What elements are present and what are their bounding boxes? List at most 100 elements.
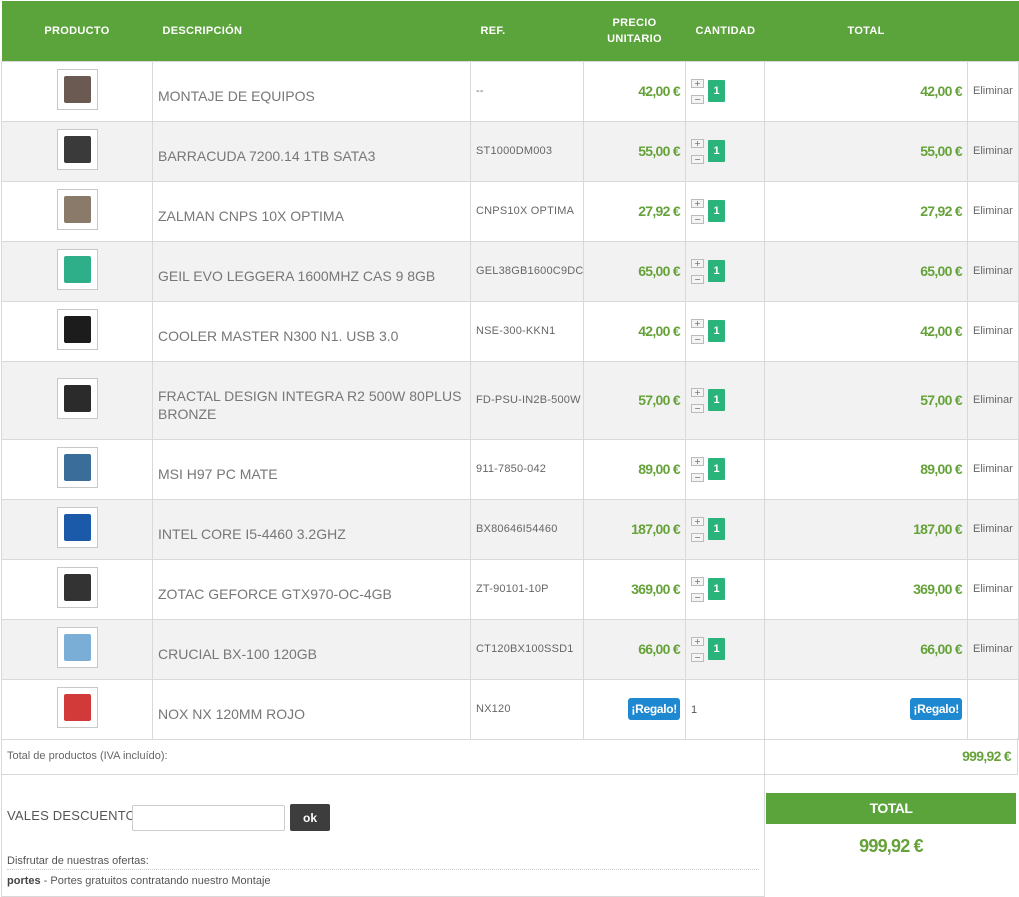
quantity-cell: + −1 (685, 618, 765, 680)
cart-row: NOX NX 120MM ROJO NX120 ¡Regalo! 1 ¡Regalo! (1, 678, 1019, 740)
increase-quantity-icon[interactable]: + (691, 576, 704, 586)
quantity-value: 1 (691, 704, 698, 716)
line-total-cell: 27,92 € (764, 180, 968, 242)
product-description[interactable]: ZOTAC GEFORCE GTX970-OC-4GB (152, 558, 471, 620)
decrease-quantity-icon[interactable]: − (691, 592, 704, 602)
product-description[interactable]: BARRACUDA 7200.14 1TB SATA3 (152, 120, 471, 182)
increase-quantity-icon[interactable]: + (691, 636, 704, 646)
remove-item-link[interactable]: Eliminar (973, 523, 1013, 535)
remove-item-link[interactable]: Eliminar (973, 583, 1013, 595)
unit-price: 57,00 € (638, 392, 681, 408)
product-description[interactable]: COOLER MASTER N300 N1. USB 3.0 (152, 300, 471, 362)
remove-item-link[interactable]: Eliminar (973, 205, 1013, 217)
unit-price-cell: 42,00 € (583, 60, 686, 122)
remove-item-link[interactable]: Eliminar (973, 265, 1013, 277)
graphics-card-icon[interactable] (56, 567, 98, 608)
decrease-quantity-icon[interactable]: − (691, 403, 704, 413)
header-precio-unitario: PRECIO UNITARIO (583, 1, 686, 61)
header-precio-line1: PRECIO (612, 16, 657, 29)
quantity-cell: + −1 (685, 300, 765, 362)
unit-price-cell: 57,00 € (583, 360, 686, 440)
remove-item-link[interactable]: Eliminar (973, 85, 1013, 97)
offer-code: portes (7, 875, 41, 887)
quantity-cell: + −1 (685, 360, 765, 440)
product-description[interactable]: MONTAJE DE EQUIPOS (152, 60, 471, 122)
quantity-cell: + −1 (685, 498, 765, 560)
unit-price-cell: 55,00 € (583, 120, 686, 182)
quantity-stepper: + −1 (691, 78, 764, 104)
decrease-quantity-icon[interactable]: − (691, 274, 704, 284)
increase-quantity-icon[interactable]: + (691, 198, 704, 208)
product-image-cell (1, 498, 153, 560)
product-description[interactable]: INTEL CORE I5-4460 3.2GHZ (152, 498, 471, 560)
product-ref: 911-7850-042 (470, 438, 584, 500)
cpu-box-icon[interactable] (56, 507, 98, 548)
case-fan-icon[interactable] (56, 687, 98, 728)
remove-item-link[interactable]: Eliminar (973, 145, 1013, 157)
increase-quantity-icon[interactable]: + (691, 138, 704, 148)
line-total: 369,00 € (913, 581, 963, 597)
line-total-cell: ¡Regalo! (764, 678, 968, 740)
remove-item-link[interactable]: Eliminar (973, 463, 1013, 475)
increase-quantity-icon[interactable]: + (691, 78, 704, 88)
quantity-cell: + −1 (685, 120, 765, 182)
remove-item-link[interactable]: Eliminar (973, 325, 1013, 337)
motherboard-icon[interactable] (56, 447, 98, 488)
decrease-quantity-icon[interactable]: − (691, 472, 704, 482)
decrease-quantity-icon[interactable]: − (691, 214, 704, 224)
unit-price-cell: 42,00 € (583, 300, 686, 362)
product-description[interactable]: ZALMAN CNPS 10X OPTIMA (152, 180, 471, 242)
offer-item[interactable]: portes - Portes gratuitos contratando nu… (7, 869, 759, 887)
header-actions (967, 1, 1019, 61)
increase-quantity-icon[interactable]: + (691, 318, 704, 328)
increase-quantity-icon[interactable]: + (691, 258, 704, 268)
assembly-photo-icon[interactable] (56, 69, 98, 110)
cart-row: CRUCIAL BX-100 120GB CT120BX100SSD1 66,00 … (1, 618, 1019, 680)
unit-price: 66,00 € (638, 641, 681, 657)
unit-price-cell: 65,00 € (583, 240, 686, 302)
line-total: 57,00 € (920, 392, 963, 408)
quantity-value: 1 (708, 200, 725, 222)
quantity-cell: 1 (685, 678, 765, 740)
remove-item-link[interactable]: Eliminar (973, 394, 1013, 406)
quantity-value: 1 (708, 578, 725, 600)
product-description[interactable]: MSI H97 PC MATE (152, 438, 471, 500)
decrease-quantity-icon[interactable]: − (691, 532, 704, 542)
quantity-cell: + −1 (685, 60, 765, 122)
product-description[interactable]: NOX NX 120MM ROJO (152, 678, 471, 740)
increase-quantity-icon[interactable]: + (691, 456, 704, 466)
unit-price-cell: 369,00 € (583, 558, 686, 620)
cart-table: PRODUCTO DESCRIPCIÓN REF. PRECIO UNITARI… (1, 1, 1019, 740)
product-image-cell (1, 120, 153, 182)
hard-drive-icon[interactable] (56, 129, 98, 170)
power-supply-icon[interactable] (56, 378, 98, 419)
product-ref: NX120 (470, 678, 584, 740)
ram-icon[interactable] (56, 249, 98, 290)
discount-ok-button[interactable]: ok (290, 804, 330, 831)
quantity-value: 1 (708, 518, 725, 540)
increase-quantity-icon[interactable]: + (691, 516, 704, 526)
actions-cell: Eliminar (967, 120, 1019, 182)
ssd-icon[interactable] (56, 627, 98, 668)
product-description[interactable]: FRACTAL DESIGN INTEGRA R2 500W 80PLUS BR… (152, 360, 471, 440)
increase-quantity-icon[interactable]: + (691, 387, 704, 397)
remove-item-link[interactable]: Eliminar (973, 643, 1013, 655)
unit-price: 55,00 € (638, 143, 681, 159)
decrease-quantity-icon[interactable]: − (691, 94, 704, 104)
cpu-cooler-icon[interactable] (56, 189, 98, 230)
quantity-stepper: + −1 (691, 198, 764, 224)
product-description[interactable]: GEIL EVO LEGGERA 1600MHZ CAS 9 8GB (152, 240, 471, 302)
product-description[interactable]: CRUCIAL BX-100 120GB (152, 618, 471, 680)
decrease-quantity-icon[interactable]: − (691, 334, 704, 344)
line-total: 42,00 € (920, 323, 963, 339)
decrease-quantity-icon[interactable]: − (691, 652, 704, 662)
product-ref: FD-PSU-IN2B-500W (470, 360, 584, 440)
quantity-stepper: + −1 (691, 258, 764, 284)
discount-code-input[interactable] (132, 805, 285, 831)
product-ref: ZT-90101-10P (470, 558, 584, 620)
line-total: 55,00 € (920, 143, 963, 159)
pc-case-icon[interactable] (56, 309, 98, 350)
unit-price-cell: 89,00 € (583, 438, 686, 500)
decrease-quantity-icon[interactable]: − (691, 154, 704, 164)
cart-row: ZOTAC GEFORCE GTX970-OC-4GB ZT-90101-10P 3… (1, 558, 1019, 620)
